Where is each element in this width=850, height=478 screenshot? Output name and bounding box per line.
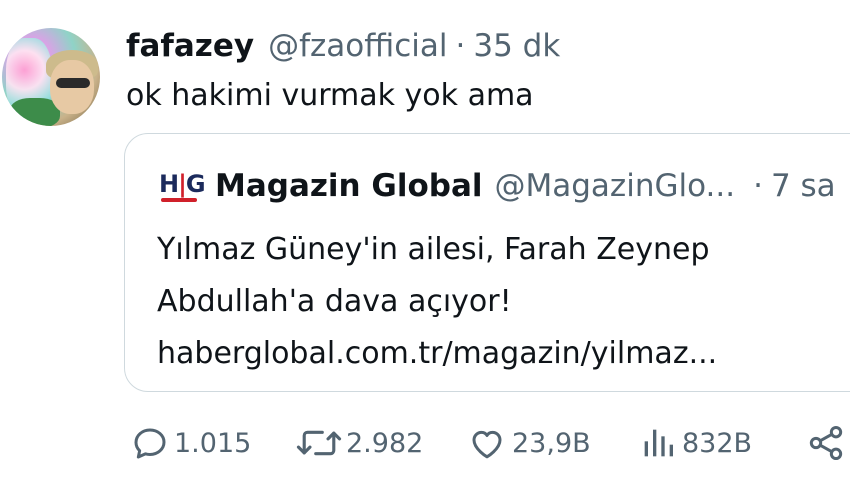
author-handle[interactable]: @fzaofficial [268, 28, 447, 64]
quoted-header-separator: · [753, 168, 763, 204]
tweet-text: ok hakimi vurmak yok ama [126, 78, 534, 113]
avatar-glasses [56, 78, 90, 88]
logo-letters: H|G [159, 170, 206, 198]
quoted-tweet-time[interactable]: 7 sa [771, 168, 836, 204]
quoted-tweet-header: H|G Magazin Global @MagazinGlo... · 7 sa [157, 164, 836, 208]
retweet-icon [296, 430, 342, 456]
quoted-tweet[interactable]: H|G Magazin Global @MagazinGlo... · 7 sa… [124, 133, 850, 392]
share-icon [809, 426, 843, 460]
retweet-button[interactable]: 2.982 [296, 418, 423, 468]
quoted-text-line: Abdullah'a dava açıyor! [157, 284, 512, 319]
quoted-text-line: Yılmaz Güney'in ailesi, Farah Zeynep [157, 232, 710, 267]
views-button[interactable]: 832B [638, 418, 752, 468]
like-count: 23,9B [512, 427, 591, 459]
author-avatar[interactable] [2, 28, 100, 126]
reply-count: 1.015 [174, 427, 252, 459]
author-name[interactable]: fafazey [126, 28, 254, 64]
tweet-actions: 1.015 2.982 23,9B 832B [130, 418, 850, 468]
reply-button[interactable]: 1.015 [130, 418, 251, 468]
views-icon [644, 429, 673, 457]
retweet-count: 2.982 [346, 427, 424, 459]
like-button[interactable]: 23,9B [466, 418, 591, 468]
quoted-author-handle[interactable]: @MagazinGlo... [495, 168, 736, 204]
magazin-global-logo[interactable]: H|G [157, 164, 206, 208]
tweet-time[interactable]: 35 dk [473, 28, 560, 64]
views-count: 832B [682, 427, 753, 459]
quoted-link[interactable]: haberglobal.com.tr/magazin/yilmaz... [157, 328, 717, 380]
logo-underline [161, 198, 197, 202]
share-button[interactable] [806, 418, 846, 468]
heart-icon [472, 430, 502, 459]
reply-icon [134, 428, 166, 459]
quoted-author-name[interactable]: Magazin Global [215, 168, 483, 204]
quoted-tweet-text: Yılmaz Güney'in ailesi, Farah Zeynep Abd… [157, 224, 717, 380]
tweet-header: fafazey @fzaofficial · 35 dk [126, 26, 560, 66]
header-separator: · [455, 28, 466, 64]
